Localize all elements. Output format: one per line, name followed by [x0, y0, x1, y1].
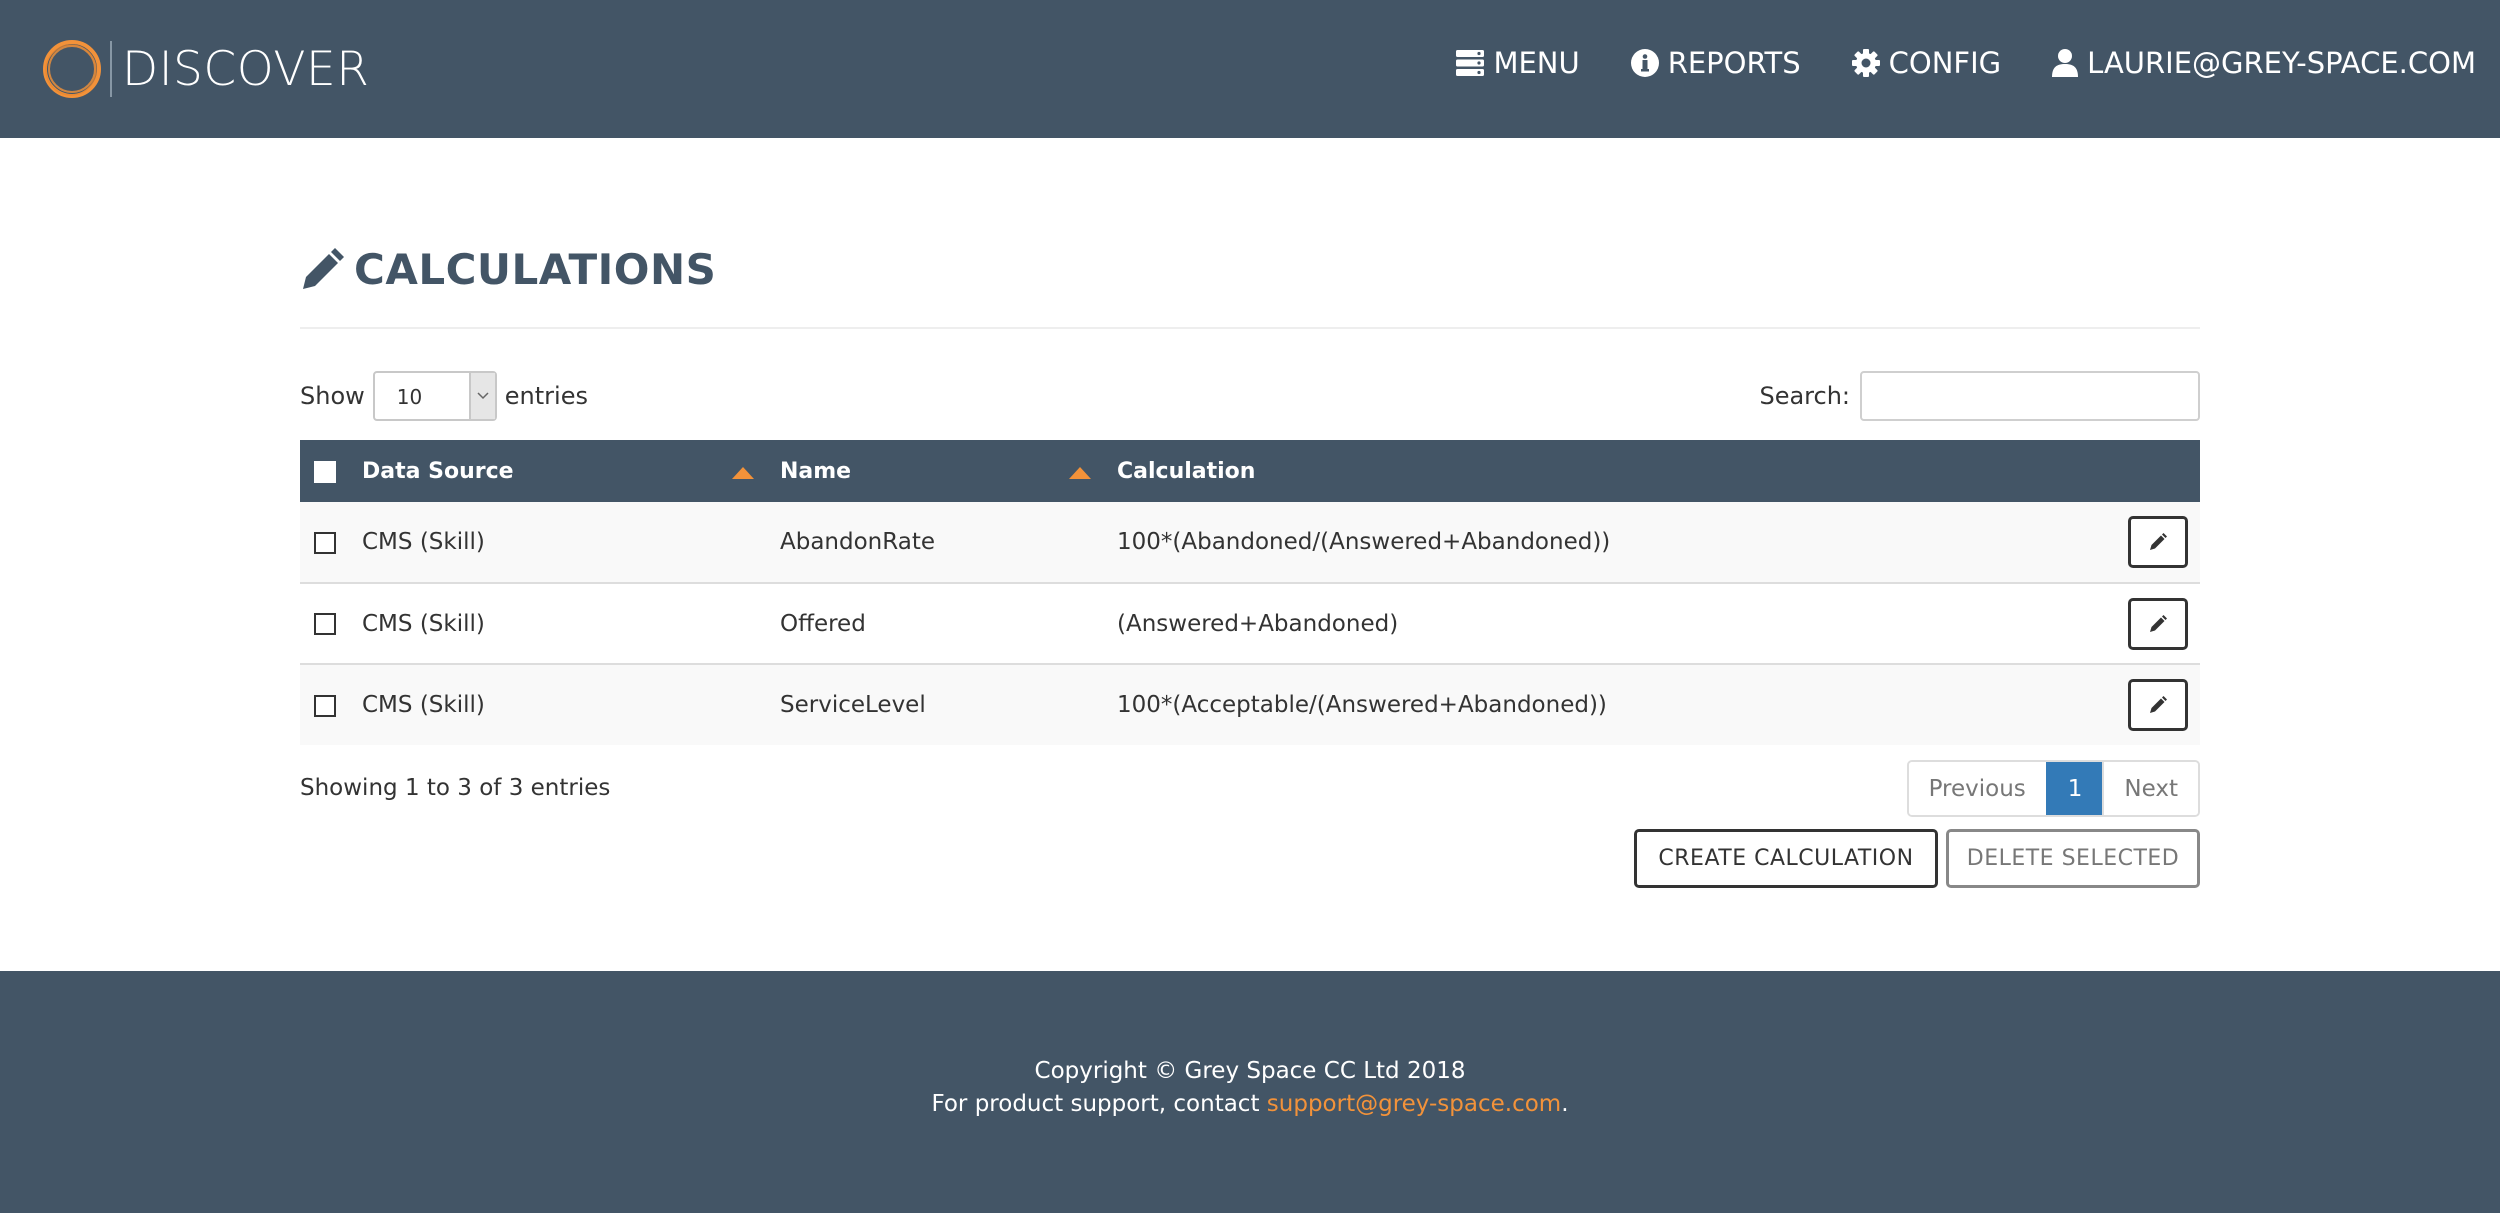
chevron-down-icon — [477, 392, 489, 400]
select-all-checkbox[interactable] — [314, 460, 336, 483]
page-title-text: CALCULATIONS — [354, 245, 717, 294]
server-icon — [1456, 50, 1485, 76]
discover-logo-icon — [43, 40, 101, 98]
cell-data-source: CMS (Skill) — [362, 692, 485, 718]
row-actions-cell — [2100, 502, 2200, 583]
nav-user-label: LAURIE@GREY-SPACE.COM — [2087, 46, 2476, 80]
row-select-cell — [300, 664, 362, 745]
nav-menu-label: MENU — [1493, 46, 1580, 80]
row-actions-cell — [2100, 664, 2200, 745]
footer-support-text: For product support, contact — [931, 1091, 1267, 1117]
table-search: Search: — [1759, 370, 2200, 422]
calculations-table: Data Source Name Calculation CMS (Skill)… — [300, 440, 2200, 745]
pencil-icon — [2150, 614, 2167, 632]
show-label: Show — [300, 382, 365, 410]
edit-button[interactable] — [2128, 679, 2188, 731]
pagination: Previous 1 Next — [1906, 760, 2200, 817]
column-header-actions — [2100, 440, 2200, 502]
search-label: Search: — [1759, 382, 1850, 410]
pagination-previous[interactable]: Previous — [1908, 762, 2046, 815]
column-header-data-source[interactable]: Data Source — [362, 440, 780, 502]
edit-button[interactable] — [2128, 516, 2188, 568]
user-icon — [2052, 49, 2079, 77]
entries-label: entries — [504, 382, 588, 410]
table-header-row: Data Source Name Calculation — [300, 440, 2200, 502]
row-select-cell — [300, 583, 362, 664]
table-row: CMS (Skill) Offered (Answered+Abandoned) — [300, 583, 2200, 664]
row-select-cell — [300, 502, 362, 583]
footer-support: For product support, contact support@gre… — [0, 1091, 2500, 1117]
cell-calculation: (Answered+Abandoned) — [1117, 610, 1399, 637]
footer-support-suffix: . — [1561, 1091, 1569, 1117]
select-all-cell — [300, 440, 362, 502]
table-row: CMS (Skill) AbandonRate 100*(Abandoned/(… — [300, 502, 2200, 583]
table-row: CMS (Skill) ServiceLevel 100*(Acceptable… — [300, 664, 2200, 745]
entries-select-value: 10 — [396, 385, 423, 409]
brand-separator — [110, 41, 112, 97]
pencil-icon — [2150, 533, 2167, 550]
nav-user[interactable]: LAURIE@GREY-SPACE.COM — [2051, 46, 2476, 80]
cell-name: Offered — [780, 610, 866, 637]
pencil-icon — [303, 247, 344, 289]
edit-button[interactable] — [2128, 597, 2188, 650]
search-input[interactable] — [1860, 371, 2200, 421]
entries-length: Show 10 entries — [300, 370, 588, 422]
column-header-label: Calculation — [1117, 458, 1256, 484]
support-email-link[interactable]: support@grey-space.com — [1267, 1091, 1561, 1117]
cell-data-source: CMS (Skill) — [362, 529, 485, 555]
info-circle-icon — [1630, 49, 1659, 77]
sort-asc-icon — [732, 467, 754, 479]
row-checkbox[interactable] — [314, 613, 336, 635]
column-header-name[interactable]: Name — [780, 440, 1117, 502]
delete-selected-button[interactable]: DELETE SELECTED — [1946, 829, 2200, 888]
pagination-page-1[interactable]: 1 — [2045, 762, 2105, 815]
brand[interactable]: DISCOVER — [40, 34, 369, 104]
footer-copyright: Copyright © Grey Space CC Ltd 2018 — [1034, 1058, 1466, 1084]
nav-reports-label: REPORTS — [1667, 46, 1801, 80]
cell-name: AbandonRate — [780, 529, 935, 555]
gear-icon — [1851, 49, 1880, 77]
cell-calculation: 100*(Acceptable/(Answered+Abandoned)) — [1117, 692, 1607, 718]
column-header-label: Name — [780, 458, 852, 484]
table-info: Showing 1 to 3 of 3 entries — [300, 775, 611, 801]
row-actions-cell — [2100, 583, 2200, 664]
table-controls: Show 10 entries Search: — [300, 370, 2200, 422]
brand-name: DISCOVER — [122, 41, 370, 97]
nav-menu[interactable]: MENU — [1455, 46, 1580, 80]
title-divider — [300, 327, 2200, 329]
pencil-icon — [2150, 696, 2167, 713]
row-checkbox[interactable] — [314, 531, 336, 554]
column-header-label: Data Source — [362, 458, 514, 484]
cell-name: ServiceLevel — [780, 692, 926, 718]
top-navbar: DISCOVER MENU REPORTS CONFIG LAURIE@GREY… — [0, 0, 2500, 138]
entries-select[interactable]: 10 — [372, 371, 497, 421]
main-nav: MENU REPORTS CONFIG LAURIE@GREY-SPACE.CO… — [1405, 46, 2476, 80]
column-header-calculation: Calculation — [1117, 440, 2100, 502]
nav-config[interactable]: CONFIG — [1851, 46, 2001, 80]
page-title: CALCULATIONS — [300, 245, 716, 294]
cell-data-source: CMS (Skill) — [362, 610, 485, 637]
entries-select-arrow[interactable] — [468, 373, 495, 419]
sort-asc-icon — [1069, 467, 1091, 479]
create-calculation-button[interactable]: CREATE CALCULATION — [1634, 829, 1938, 888]
row-checkbox[interactable] — [314, 694, 336, 717]
footer: Copyright © Grey Space CC Ltd 2018 For p… — [0, 971, 2500, 1213]
nav-config-label: CONFIG — [1888, 46, 2002, 80]
cell-calculation: 100*(Abandoned/(Answered+Abandoned)) — [1117, 529, 1611, 555]
nav-reports[interactable]: REPORTS — [1630, 46, 1801, 80]
pagination-next[interactable]: Next — [2104, 762, 2198, 815]
